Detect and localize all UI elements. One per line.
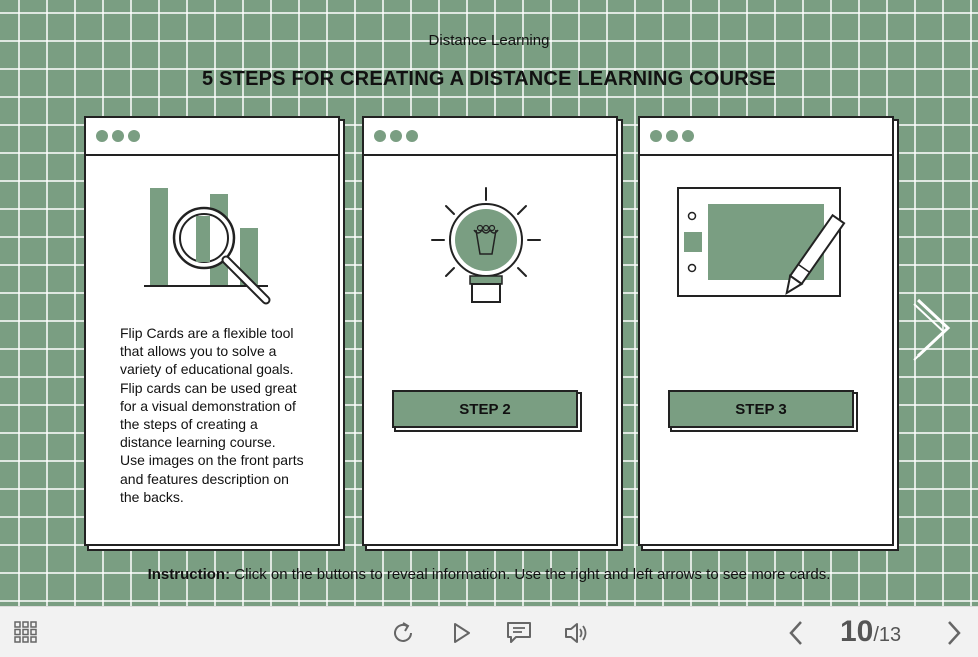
tablet-pen-icon [677,187,846,297]
window-dots [650,130,694,142]
captions-icon[interactable] [505,620,533,646]
current-page: 10 [840,615,874,648]
window-dots [374,130,418,142]
menu-grid-icon[interactable] [14,621,38,643]
step-3-button[interactable]: STEP 3 [668,390,854,428]
step-2-button[interactable]: STEP 2 [392,390,578,428]
card-title-bar [364,118,616,156]
volume-icon[interactable] [562,620,590,646]
previous-slide-icon[interactable] [786,619,806,647]
play-icon[interactable] [450,620,474,646]
slide-stage: Distance Learning 5 STEPS FOR CREATING A… [0,0,978,606]
flip-card-2[interactable]: STEP 2 [362,116,618,546]
page-counter: 10/13 [840,615,901,649]
window-dots [96,130,140,142]
magnifier-chart-icon [144,188,271,305]
total-pages: /13 [873,624,902,646]
course-title: Distance Learning [428,32,550,49]
instruction-text: Instruction: Click on the buttons to rev… [147,566,831,583]
next-slide-icon[interactable] [944,619,964,647]
card-title-bar [640,118,892,156]
slide-title: 5 STEPS FOR CREATING A DISTANCE LEARNING… [202,68,776,90]
replay-icon[interactable] [390,620,416,646]
flip-card-1[interactable]: Flip Cards are a flexible tool that allo… [84,116,340,546]
next-card-arrow-icon[interactable] [912,292,956,364]
player-toolbar: 10/13 [0,606,978,657]
lightbulb-icon [431,187,541,303]
flip-card-3[interactable]: STEP 3 [638,116,894,546]
card-title-bar [86,118,338,156]
card-description: Flip Cards are a flexible tool that allo… [120,325,304,505]
